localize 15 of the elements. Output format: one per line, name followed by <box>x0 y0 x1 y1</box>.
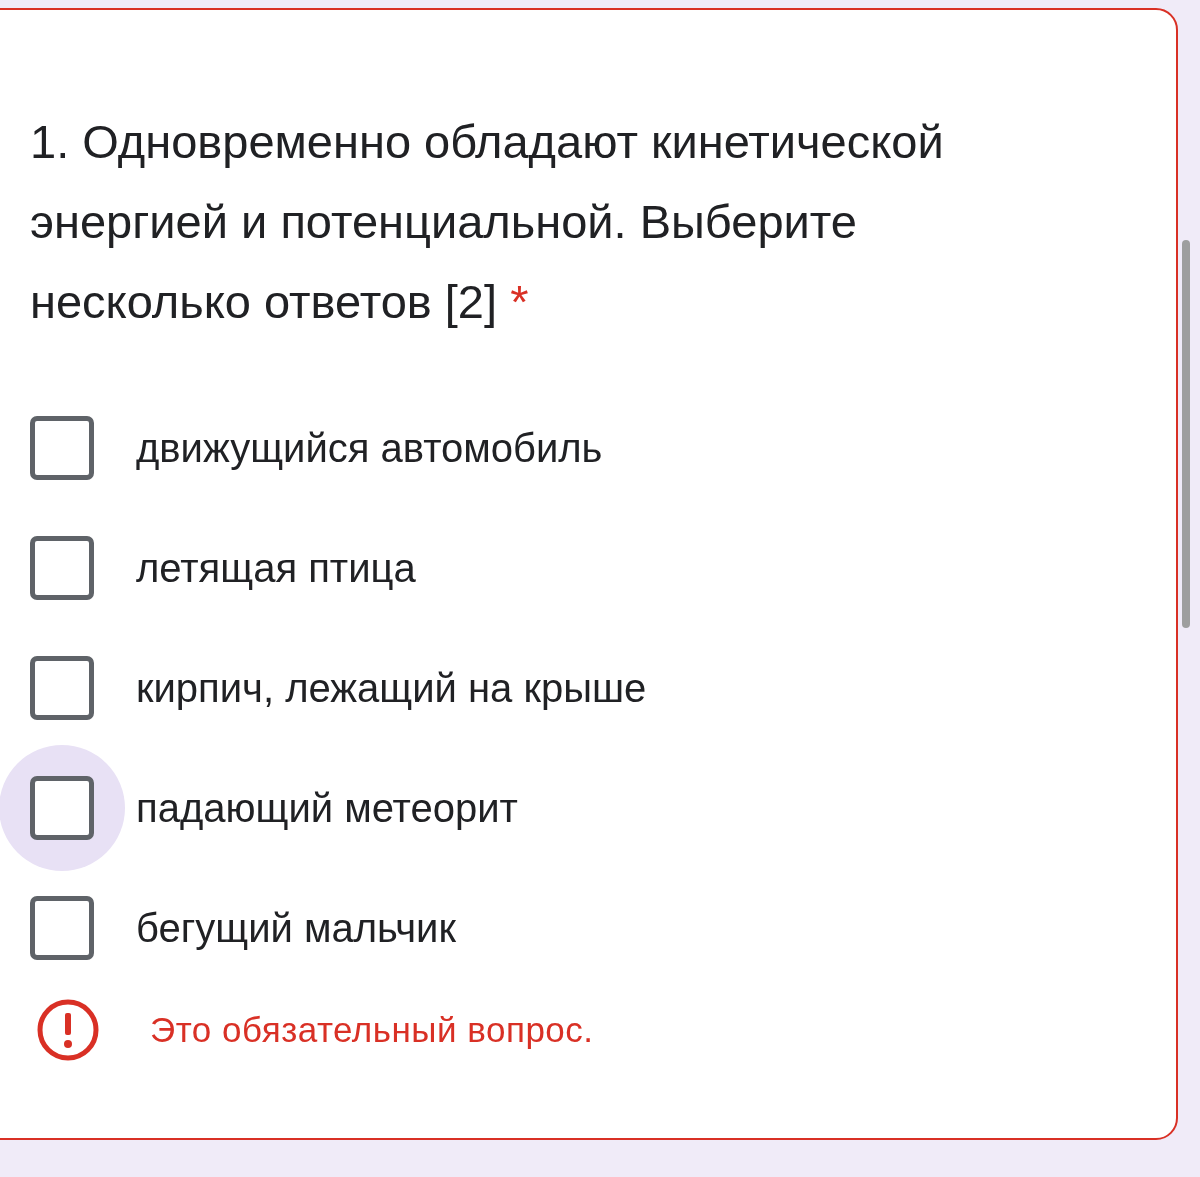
checkbox[interactable] <box>30 776 94 840</box>
scrollbar[interactable] <box>1182 240 1190 628</box>
option-label[interactable]: бегущий мальчик <box>136 905 456 951</box>
checkbox[interactable] <box>30 536 94 600</box>
option-label[interactable]: летящая птица <box>136 545 416 591</box>
option-label[interactable]: движущийся автомобиль <box>136 425 603 471</box>
option-label[interactable]: падающий метеорит <box>136 785 518 831</box>
checkbox[interactable] <box>30 896 94 960</box>
checkbox[interactable] <box>30 656 94 720</box>
checkbox[interactable] <box>30 416 94 480</box>
error-message: Это обязательный вопрос. <box>150 1010 594 1050</box>
error-icon <box>36 998 100 1062</box>
question-title: 1. Одновременно обладают кинетической энергией и потенциальной. Выберите несколько ответов [2] * <box>30 114 945 330</box>
required-mark: * <box>510 275 529 328</box>
option-label[interactable]: кирпич, лежащий на крыше <box>136 665 647 711</box>
